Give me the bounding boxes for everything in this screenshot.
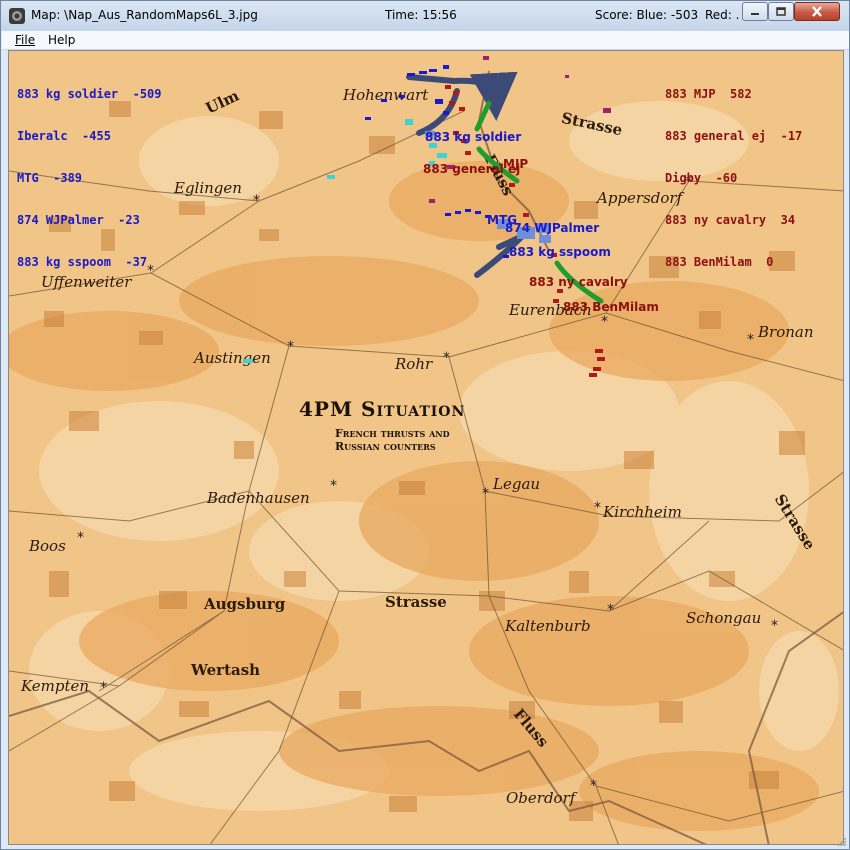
- resize-grip-icon[interactable]: [837, 837, 847, 847]
- red-score-entry: 883 MJP 582: [665, 87, 752, 101]
- window-title: Map: \Nap_Aus_RandomMaps6L_3.jpg: [31, 8, 258, 22]
- unit-label-ben-milam[interactable]: 883 BenMilam: [563, 300, 659, 314]
- unit-label-ny-cavalry[interactable]: 883 ny cavalry: [529, 275, 628, 289]
- score-readout: Score: Blue: -503: [595, 8, 699, 22]
- blue-score-entry: 874 WJPalmer -23: [17, 213, 140, 227]
- blue-score-entry: 883 kg sspoom -37: [17, 255, 148, 269]
- red-score-entry: 883 general ej -17: [665, 129, 803, 143]
- close-icon: [812, 6, 822, 17]
- close-button[interactable]: [794, 2, 840, 21]
- menu-help[interactable]: Help: [48, 33, 75, 47]
- app-window: Map: \Nap_Aus_RandomMaps6L_3.jpg Time: 1…: [0, 0, 850, 850]
- red-score-entry: 883 ny cavalry 34: [665, 213, 796, 227]
- blue-score-list: 883 kg soldier -509 Iberalc -455 MTG -38…: [17, 59, 162, 297]
- time-readout: Time: 15:56: [385, 8, 457, 22]
- red-score-list: 883 MJP 582 883 general ej -17 Digby -60…: [665, 59, 802, 297]
- menu-bar: File Help: [2, 31, 849, 50]
- blue-arrow: [416, 88, 460, 136]
- red-score-entry: 883 BenMilam 0: [665, 255, 774, 269]
- maximize-icon: [776, 7, 786, 16]
- minimize-button[interactable]: [742, 2, 768, 21]
- blue-score-entry: MTG -389: [17, 171, 83, 185]
- blue-score-entry: 883 kg soldier -509: [17, 87, 162, 101]
- red-score-readout: Red: .: [705, 8, 740, 22]
- app-icon: [9, 8, 25, 24]
- cyan-unit-markers: [243, 119, 447, 363]
- blue-score-entry: Iberalc -455: [17, 129, 111, 143]
- unit-label-kg-soldier[interactable]: 883 kg soldier: [425, 130, 521, 144]
- green-arrow: [474, 100, 492, 132]
- title-bar[interactable]: Map: \Nap_Aus_RandomMaps6L_3.jpg Time: 1…: [1, 1, 849, 31]
- blue-arrow: [406, 71, 518, 121]
- menu-file[interactable]: File: [15, 33, 35, 47]
- unit-label-kg-sspoom[interactable]: 883 kg sspoom: [509, 245, 611, 259]
- maximize-button[interactable]: [768, 2, 794, 21]
- red-score-entry: Digby -60: [665, 171, 738, 185]
- unit-label-mjp[interactable]: MJP: [503, 157, 528, 171]
- unit-label-wj-palmer[interactable]: 874 WJPalmer: [505, 221, 599, 235]
- minimize-icon: [751, 12, 759, 15]
- map-view[interactable]: Ulm Hohenwart Eglingen * Uffenweiter * A…: [8, 50, 844, 845]
